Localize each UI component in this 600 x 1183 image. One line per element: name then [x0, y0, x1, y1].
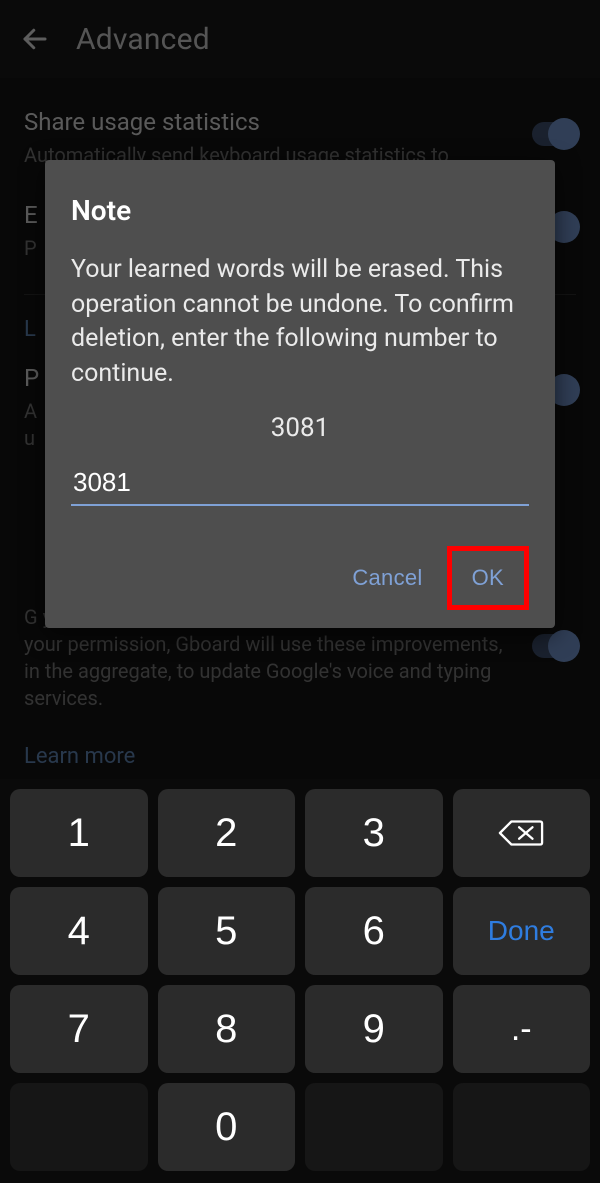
dialog-body: Your learned words will be erased. This … — [71, 253, 529, 391]
key-3[interactable]: 3 — [305, 789, 443, 877]
key-7[interactable]: 7 — [10, 985, 148, 1073]
key-1[interactable]: 1 — [10, 789, 148, 877]
numeric-keypad: 1 2 3 4 5 6 Done 7 8 9 .- 0 — [0, 779, 600, 1183]
key-blank-left — [10, 1083, 148, 1171]
confirmation-input[interactable] — [71, 457, 529, 506]
ok-button[interactable]: OK — [452, 551, 524, 605]
ok-button-highlight: OK — [447, 546, 529, 610]
key-4[interactable]: 4 — [10, 887, 148, 975]
key-symbols[interactable]: .- — [453, 985, 591, 1073]
confirmation-code: 3081 — [71, 413, 529, 443]
key-5[interactable]: 5 — [158, 887, 296, 975]
key-6[interactable]: 6 — [305, 887, 443, 975]
key-blank-mid — [305, 1083, 443, 1171]
key-backspace[interactable] — [453, 789, 591, 877]
key-done[interactable]: Done — [453, 887, 591, 975]
key-0[interactable]: 0 — [158, 1083, 296, 1171]
confirm-dialog: Note Your learned words will be erased. … — [45, 160, 555, 628]
cancel-button[interactable]: Cancel — [332, 546, 442, 610]
key-8[interactable]: 8 — [158, 985, 296, 1073]
key-blank-right — [453, 1083, 591, 1171]
key-9[interactable]: 9 — [305, 985, 443, 1073]
key-2[interactable]: 2 — [158, 789, 296, 877]
dialog-title: Note — [71, 194, 529, 227]
